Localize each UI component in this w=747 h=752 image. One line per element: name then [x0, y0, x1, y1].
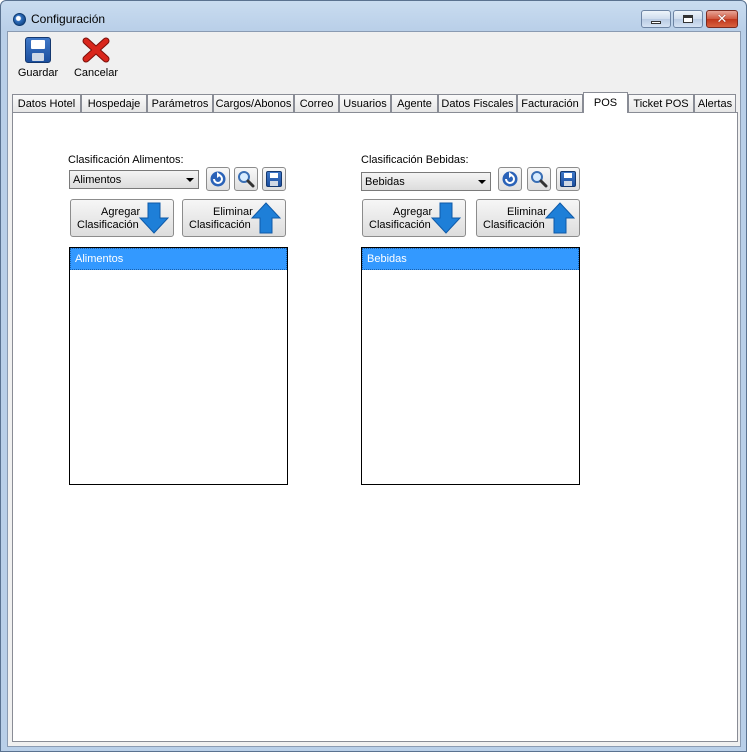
tab-cargos-abonos[interactable]: Cargos/Abonos: [213, 94, 294, 112]
alimentos-select[interactable]: Alimentos: [69, 170, 199, 189]
remove-label-line2: Clasificación: [483, 219, 545, 231]
tab-hospedaje[interactable]: Hospedaje: [81, 94, 147, 112]
cancel-button[interactable]: Cancelar: [70, 37, 122, 79]
bebidas-select-value: Bebidas: [365, 175, 405, 188]
alimentos-label: Clasificación Alimentos:: [68, 154, 184, 166]
list-item[interactable]: Bebidas: [362, 248, 579, 270]
blue-down-arrow-icon: [139, 202, 169, 234]
pos-tab-panel: Clasificación Alimentos: Alimentos Agreg…: [12, 112, 738, 742]
bebidas-label: Clasificación Bebidas:: [361, 154, 469, 166]
title-bar[interactable]: Configuración ✕: [1, 1, 746, 33]
add-label-line1: Agregar: [101, 206, 141, 218]
alimentos-add-button[interactable]: Agregar Clasificación: [70, 199, 174, 237]
toolbar: Guardar Cancelar: [8, 32, 740, 92]
maximize-button[interactable]: [673, 10, 703, 28]
alimentos-search-button[interactable]: [234, 167, 258, 191]
tab-ticket-pos[interactable]: Ticket POS: [628, 94, 694, 112]
add-label-line2: Clasificación: [77, 219, 139, 231]
magnifier-icon: [238, 171, 255, 188]
tab-correo[interactable]: Correo: [294, 94, 339, 112]
tab-usuarios[interactable]: Usuarios: [339, 94, 391, 112]
remove-label-line2: Clasificación: [189, 219, 251, 231]
window-title: Configuración: [31, 12, 106, 26]
tab-pos[interactable]: POS: [583, 92, 628, 113]
refresh-icon: [502, 171, 518, 187]
remove-label-line1: Eliminar: [213, 206, 253, 218]
remove-label-line1: Eliminar: [507, 206, 547, 218]
refresh-icon: [210, 171, 226, 187]
client-area: Guardar Cancelar Datos Hotel Hospedaje P…: [7, 31, 741, 747]
chevron-down-icon: [186, 178, 194, 182]
maximize-icon: [683, 15, 693, 23]
magnifier-icon: [531, 171, 548, 188]
tab-datos-fiscales[interactable]: Datos Fiscales: [438, 94, 517, 112]
bebidas-select[interactable]: Bebidas: [361, 172, 491, 191]
alimentos-save-button[interactable]: [262, 167, 286, 191]
floppy-disk-icon: [560, 171, 576, 187]
tab-datos-hotel[interactable]: Datos Hotel: [12, 94, 81, 112]
minimize-button[interactable]: [641, 10, 671, 28]
bebidas-save-button[interactable]: [556, 167, 580, 191]
minimize-icon: [651, 20, 661, 24]
tab-strip: Datos Hotel Hospedaje Parámetros Cargos/…: [12, 92, 740, 113]
add-label-line2: Clasificación: [369, 219, 431, 231]
floppy-disk-icon: [266, 171, 282, 187]
blue-up-arrow-icon: [251, 202, 281, 234]
bebidas-search-button[interactable]: [527, 167, 551, 191]
app-icon[interactable]: [13, 13, 26, 26]
tab-agente[interactable]: Agente: [391, 94, 438, 112]
configuration-window: Configuración ✕ Guardar Cancelar Datos H…: [0, 0, 747, 752]
blue-up-arrow-icon: [545, 202, 575, 234]
alimentos-remove-button[interactable]: Eliminar Clasificación: [182, 199, 286, 237]
save-button[interactable]: Guardar: [13, 37, 63, 79]
tab-alertas[interactable]: Alertas: [694, 94, 736, 112]
red-x-icon: [82, 37, 110, 63]
cancel-label: Cancelar: [73, 67, 119, 79]
add-label-line1: Agregar: [393, 206, 433, 218]
close-icon: ✕: [716, 11, 728, 27]
bebidas-remove-button[interactable]: Eliminar Clasificación: [476, 199, 580, 237]
bebidas-list[interactable]: Bebidas: [361, 247, 580, 485]
save-label: Guardar: [17, 67, 59, 79]
list-item[interactable]: Alimentos: [70, 248, 287, 270]
bebidas-add-button[interactable]: Agregar Clasificación: [362, 199, 466, 237]
alimentos-select-value: Alimentos: [73, 173, 122, 186]
alimentos-refresh-button[interactable]: [206, 167, 230, 191]
tab-parametros[interactable]: Parámetros: [147, 94, 213, 112]
chevron-down-icon: [478, 180, 486, 184]
alimentos-list[interactable]: Alimentos: [69, 247, 288, 485]
bebidas-refresh-button[interactable]: [498, 167, 522, 191]
blue-down-arrow-icon: [431, 202, 461, 234]
floppy-disk-icon: [25, 37, 51, 63]
close-button[interactable]: ✕: [706, 10, 738, 28]
tab-facturacion[interactable]: Facturación: [517, 94, 583, 112]
